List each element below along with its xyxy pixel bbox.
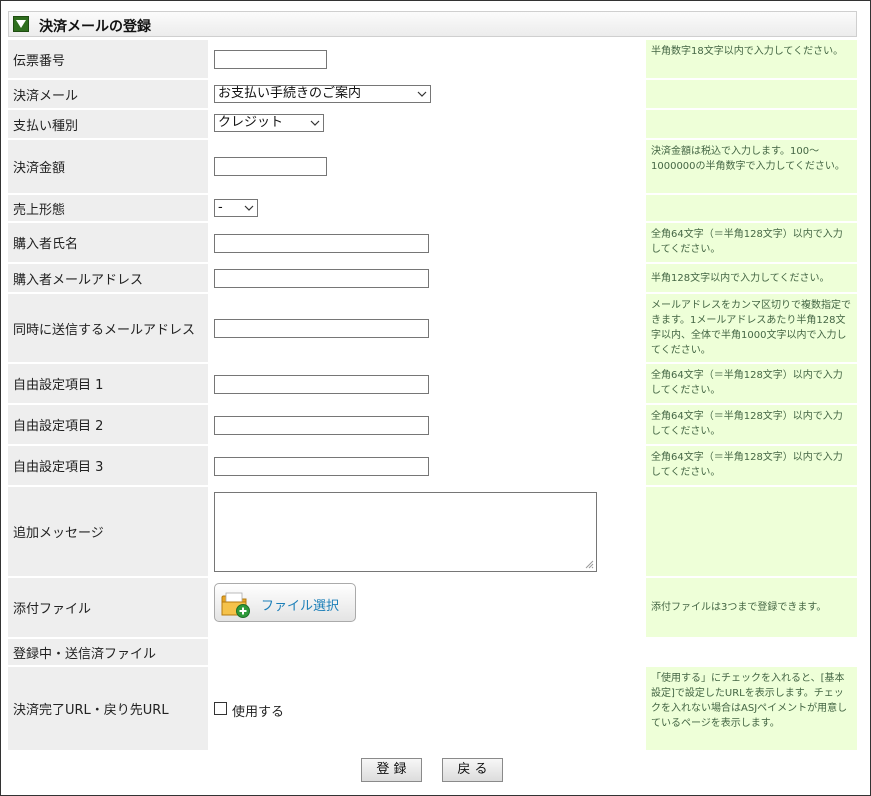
hint-additional-message [646,487,857,576]
row-completion-url: 決済完了URL・戻り先URL 使用する 「使用する」にチェックを入れると、[基本… [8,667,857,750]
section-title: 決済メールの登録 [39,19,151,35]
free-item-2-input[interactable] [214,416,429,435]
label-free-item-3: 自由設定項目 3 [8,446,208,485]
label-sales-type: 売上形態 [8,195,208,221]
label-free-item-2: 自由設定項目 2 [8,405,208,444]
free-item-3-input[interactable] [214,457,429,476]
label-additional-message: 追加メッセージ [8,487,208,576]
chevron-down-icon [310,120,320,126]
payment-mail-select[interactable]: お支払い手続きのご案内 [214,85,431,103]
label-completion-url: 決済完了URL・戻り先URL [8,667,208,750]
sales-type-select[interactable]: - [214,199,258,217]
label-free-item-1: 自由設定項目 1 [8,364,208,403]
sales-type-selected: - [218,200,223,215]
hint-cc-email: メールアドレスをカンマ区切りで複数指定できます。1メールアドレスあたり半角128… [646,294,857,362]
label-buyer-email: 購入者メールアドレス [8,264,208,292]
row-buyer-email: 購入者メールアドレス 半角128文字以内で入力してください。 [8,264,857,292]
label-cc-email: 同時に送信するメールアドレス [8,294,208,362]
collapse-triangle-icon[interactable] [13,16,29,32]
row-free-item-1: 自由設定項目 1 全角64文字（＝半角128文字）以内で入力してください。 [8,364,857,403]
hint-sales-type [646,195,857,221]
free-item-1-input[interactable] [214,375,429,394]
row-sales-type: 売上形態 - [8,195,857,221]
hint-free-item-3: 全角64文字（＝半角128文字）以内で入力してください。 [646,446,857,485]
chevron-down-icon [244,205,254,211]
payment-type-select[interactable]: クレジット [214,114,324,132]
resize-grip-icon[interactable] [585,560,594,569]
row-payment-type: 支払い種別 クレジット [8,110,857,138]
hint-amount: 決済金額は税込で入力します。100～1000000の半角数字で入力してください。 [646,140,857,193]
label-slip-number: 伝票番号 [8,40,208,78]
hint-free-item-1: 全角64文字（＝半角128文字）以内で入力してください。 [646,364,857,403]
register-button[interactable]: 登 録 [361,758,422,782]
hint-completion-url: 「使用する」にチェックを入れると、[基本設定]で設定したURLを表示します。チェ… [646,667,857,750]
hint-attachment: 添付ファイルは3つまで登録できます。 [646,578,857,637]
hint-free-item-2: 全角64文字（＝半角128文字）以内で入力してください。 [646,405,857,444]
row-additional-message: 追加メッセージ [8,487,857,576]
hint-buyer-email: 半角128文字以内で入力してください。 [646,264,857,292]
payment-type-selected: クレジット [218,115,284,130]
back-button[interactable]: 戻 る [442,758,503,782]
folder-add-icon [221,592,250,618]
label-amount: 決済金額 [8,140,208,193]
label-payment-mail: 決済メール [8,80,208,108]
additional-message-textarea[interactable] [214,492,597,572]
use-url-checkbox[interactable] [214,702,227,715]
file-select-label: ファイル選択 [261,599,340,614]
hint-payment-type [646,110,857,138]
row-buyer-name: 購入者氏名 全角64文字（＝半角128文字）以内で入力してください。 [8,223,857,262]
amount-input[interactable] [214,157,327,176]
row-sent-files: 登録中・送信済ファイル [8,639,857,665]
row-attachment: 添付ファイル ファイル選択 添付ファイルは3つまで登録できます。 [8,578,857,637]
label-payment-type: 支払い種別 [8,110,208,138]
cc-email-input[interactable] [214,319,429,338]
label-buyer-name: 購入者氏名 [8,223,208,262]
chevron-down-icon [417,91,427,97]
file-select-button[interactable]: ファイル選択 [214,583,356,622]
hint-payment-mail [646,80,857,108]
use-url-checkbox-label[interactable]: 使用する [232,701,284,720]
row-amount: 決済金額 決済金額は税込で入力します。100～1000000の半角数字で入力して… [8,140,857,193]
label-sent-files: 登録中・送信済ファイル [8,639,208,665]
section-header: 決済メールの登録 [8,11,857,37]
hint-buyer-name: 全角64文字（＝半角128文字）以内で入力してください。 [646,223,857,262]
buyer-name-input[interactable] [214,234,429,253]
hint-slip-number: 半角数字18文字以内で入力してください。 [646,40,857,78]
slip-number-input[interactable] [214,50,327,69]
row-free-item-3: 自由設定項目 3 全角64文字（＝半角128文字）以内で入力してください。 [8,446,857,485]
row-cc-email: 同時に送信するメールアドレス メールアドレスをカンマ区切りで複数指定できます。1… [8,294,857,362]
row-payment-mail: 決済メール お支払い手続きのご案内 [8,80,857,108]
row-slip-number: 伝票番号 半角数字18文字以内で入力してください。 [8,40,857,78]
label-attachment: 添付ファイル [8,578,208,637]
buyer-email-input[interactable] [214,269,429,288]
payment-mail-selected: お支払い手続きのご案内 [218,86,362,101]
row-free-item-2: 自由設定項目 2 全角64文字（＝半角128文字）以内で入力してください。 [8,405,857,444]
